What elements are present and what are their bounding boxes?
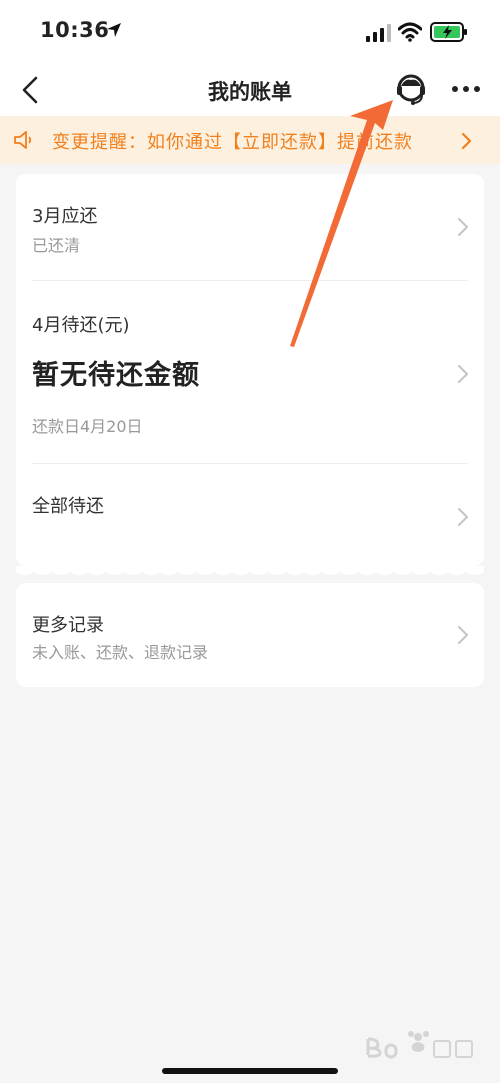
status-time: 10:36 <box>40 18 110 42</box>
bill-card: 3月应还 已还清 4月待还(元) 暂无待还金额 还款日4月20日 全部待还 <box>16 174 484 566</box>
april-bill-row[interactable]: 4月待还(元) 暂无待还金额 还款日4月20日 <box>16 281 484 463</box>
april-bill-amount: 暂无待还金额 <box>32 360 200 391</box>
customer-service-icon[interactable] <box>392 70 430 108</box>
notice-text: 变更提醒：如你通过【立即还款】提前还款 <box>52 132 413 153</box>
navigation-bar: 我的账单 <box>0 64 500 116</box>
chevron-right-icon <box>458 365 468 383</box>
watermark-logo <box>366 1031 473 1059</box>
march-bill-status: 已还清 <box>32 236 81 255</box>
more-icon[interactable] <box>446 74 486 104</box>
chevron-right-icon[interactable] <box>456 130 476 152</box>
chevron-right-icon <box>458 626 468 644</box>
march-bill-title: 3月应还 <box>32 206 98 227</box>
chevron-right-icon <box>458 508 468 526</box>
more-records-title: 更多记录 <box>32 615 104 636</box>
speaker-icon <box>14 131 32 149</box>
battery-charging-icon <box>430 22 467 42</box>
location-arrow-icon <box>107 23 121 37</box>
cellular-signal-icon <box>366 24 391 42</box>
more-records-subtitle: 未入账、还款、退款记录 <box>32 643 209 662</box>
all-pending-row[interactable]: 全部待还 <box>16 464 484 566</box>
more-records-card[interactable]: 更多记录 未入账、还款、退款记录 <box>16 583 484 687</box>
march-bill-row[interactable]: 3月应还 已还清 <box>16 174 484 280</box>
all-pending-title: 全部待还 <box>32 496 104 517</box>
april-bill-title: 4月待还(元) <box>32 315 130 336</box>
april-due-date: 还款日4月20日 <box>32 417 143 436</box>
status-bar: 10:36 <box>0 0 500 64</box>
notice-banner[interactable]: 变更提醒：如你通过【立即还款】提前还款 <box>0 116 500 164</box>
home-indicator <box>162 1068 338 1074</box>
wifi-icon <box>398 22 422 42</box>
chevron-right-icon <box>458 218 468 236</box>
card-scalloped-edge <box>16 566 484 575</box>
